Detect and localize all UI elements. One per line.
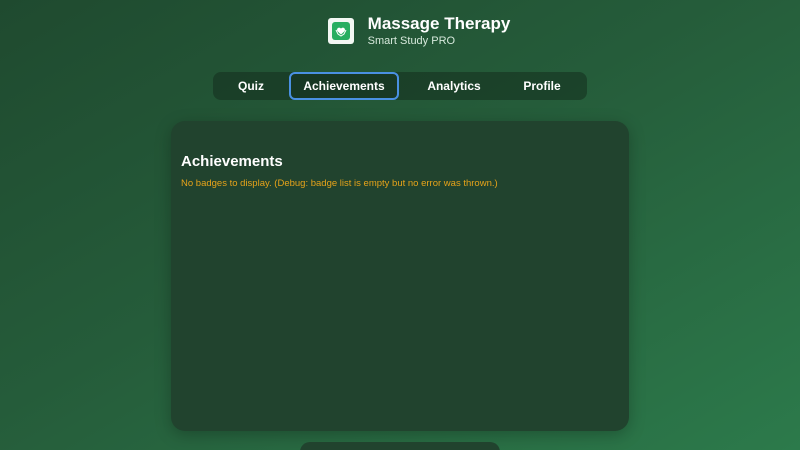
bottom-panel xyxy=(300,442,500,450)
tab-quiz[interactable]: Quiz xyxy=(213,72,289,100)
tab-analytics[interactable]: Analytics xyxy=(399,72,509,100)
app-logo xyxy=(327,18,354,44)
app-title: Massage Therapy xyxy=(367,14,511,33)
empty-state-message: No badges to display. (Debug: badge list… xyxy=(181,178,498,189)
tab-achievements[interactable]: Achievements xyxy=(289,72,399,100)
app-subtitle: Smart Study PRO xyxy=(367,35,456,47)
main-nav: Quiz Achievements Analytics Profile xyxy=(213,72,587,100)
achievements-panel: Achievements No badges to display. (Debu… xyxy=(171,121,629,431)
heart-hands-icon xyxy=(331,22,350,40)
app-header: Massage Therapy Smart Study PRO xyxy=(0,14,800,48)
panel-title: Achievements xyxy=(181,153,283,170)
tab-profile[interactable]: Profile xyxy=(509,72,575,100)
